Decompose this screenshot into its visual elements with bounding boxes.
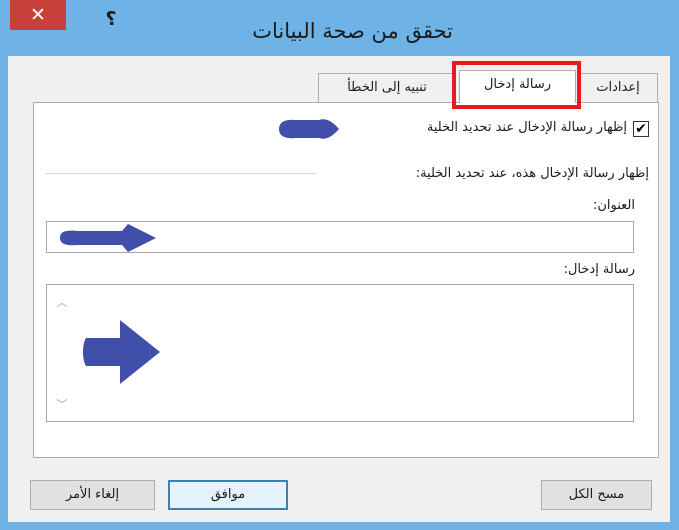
- help-icon: ؟: [105, 8, 117, 30]
- checkmark-icon: ✔: [635, 121, 647, 137]
- clear-all-button[interactable]: مسح الكل: [541, 480, 652, 510]
- tab-error-alert[interactable]: تنبيه إلى الخطأ: [318, 73, 456, 103]
- highlight-box: [452, 61, 581, 109]
- close-button[interactable]: ✕: [10, 0, 66, 30]
- close-icon: ✕: [30, 4, 46, 26]
- scroll-up-icon[interactable]: ︿: [56, 294, 68, 309]
- section-label: إظهار رسالة الإدخال هذه، عند تحديد الخلي…: [415, 166, 649, 181]
- show-input-message-checkbox[interactable]: ✔: [633, 121, 649, 137]
- group-divider: [46, 173, 316, 174]
- help-button[interactable]: ؟: [96, 6, 126, 36]
- tab-settings[interactable]: إعدادات: [578, 73, 658, 103]
- scroll-down-icon[interactable]: ﹀: [56, 396, 68, 411]
- message-field-label: رسالة إدخال:: [563, 262, 635, 277]
- dialog-title: تحقق من صحة البيانات: [252, 19, 453, 43]
- cancel-button[interactable]: إلغاء الأمر: [30, 480, 155, 510]
- annotation-arrow-icon: [60, 224, 156, 252]
- show-input-message-label: إظهار رسالة الإدخال عند تحديد الخلية: [426, 120, 627, 135]
- annotation-arrow-icon: [83, 320, 160, 384]
- annotation-arrow-icon: [279, 119, 339, 139]
- ok-button[interactable]: موافق: [168, 480, 288, 510]
- title-field-label: العنوان:: [592, 198, 635, 213]
